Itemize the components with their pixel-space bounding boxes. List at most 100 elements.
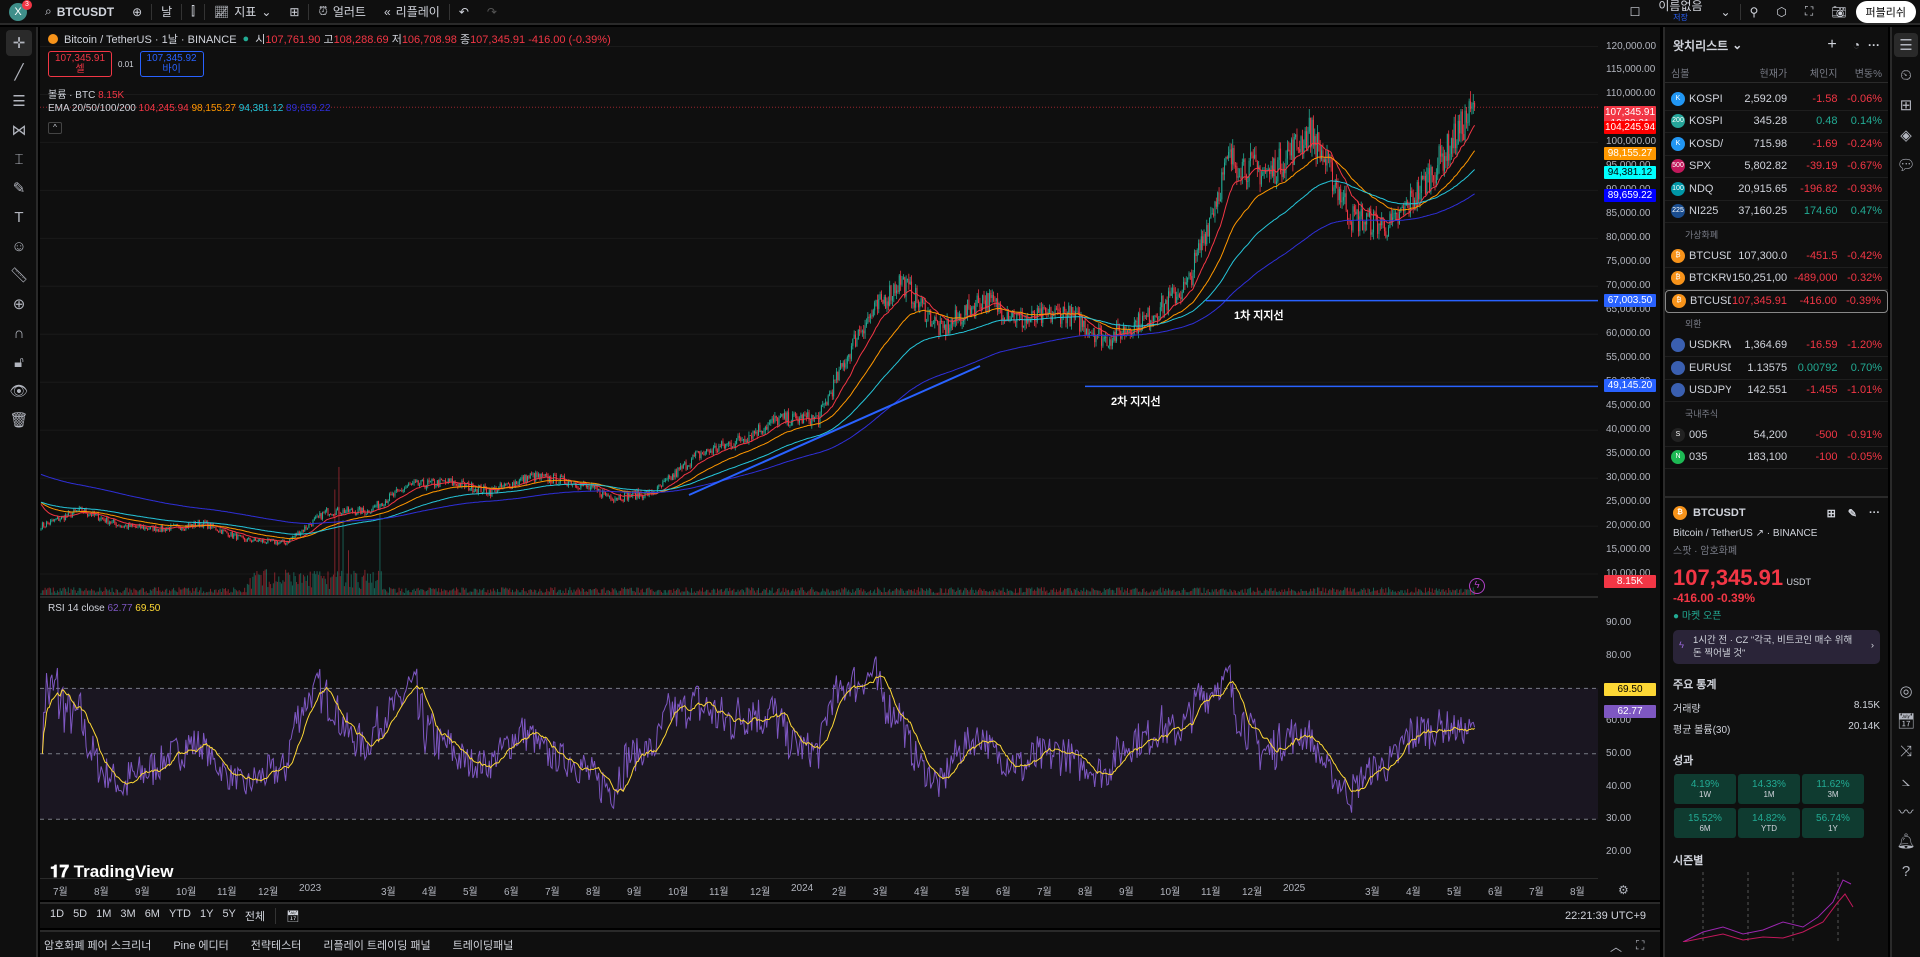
clock[interactable]: 22:21:39 UTC+9 (1565, 910, 1646, 922)
watchlist-row[interactable]: ₿BTCKRW150,251,00-489,000-0.32% (1665, 268, 1888, 290)
goto-date-icon[interactable]: 📅︎ (286, 910, 300, 923)
layouts-button[interactable]: ⊞ (280, 0, 308, 24)
external-link-icon[interactable]: ↗ (1756, 528, 1764, 539)
news-banner[interactable]: ϟ 1시간 전 · CZ "각국, 비트코인 매수 위해 돈 찍어낼 것" › (1673, 630, 1880, 664)
lock-tool[interactable]: 🔓︎ (6, 349, 32, 375)
col-change-pct[interactable]: 변동% (1837, 65, 1882, 80)
pattern-tool[interactable]: ⋈ (6, 117, 32, 143)
ema-legend[interactable]: EMA 20/50/100/200 104,245.94 98,155.27 9… (48, 103, 331, 114)
axis-settings-icon[interactable]: ⚙ (1618, 883, 1629, 897)
perf-cell[interactable]: 14.33% 1M (1738, 774, 1800, 804)
watchlist-title[interactable]: 왓치리스트 (1673, 37, 1728, 54)
col-symbol[interactable]: 심볼 (1671, 65, 1731, 80)
watchlist-row[interactable]: 225 NI225 37,160.25 174.60 0.47% (1665, 201, 1888, 223)
chart-area[interactable]: Bitcoin / TetherUS · 1날 · BINANCE ● 시107… (40, 27, 1660, 900)
brush-tool[interactable]: ✎ (6, 175, 32, 201)
support-2-price-label[interactable]: 49,145.20 (1604, 379, 1656, 393)
support-1-price-label[interactable]: 67,003.50 (1604, 293, 1656, 307)
range-button-YTD[interactable]: YTD (169, 908, 191, 924)
help-icon[interactable]: ? (1894, 859, 1918, 883)
range-button-1Y[interactable]: 1Y (200, 908, 213, 924)
perf-cell[interactable]: 14.82% YTD (1738, 808, 1800, 838)
watchlist-row[interactable]: ₿ BTCUSD 107,300.0 -451.5 -0.42% (1665, 245, 1888, 268)
edit-icon[interactable]: ✎ (1848, 507, 1857, 520)
zoom-tool[interactable]: ⊕ (6, 291, 32, 317)
layout-name-button[interactable]: 이름없음 저장 (1649, 0, 1711, 24)
quick-search-button[interactable]: ⚲ (1741, 0, 1768, 24)
calendar-icon[interactable]: 📅︎ (1894, 709, 1918, 733)
maximize-panel-icon[interactable]: ⛶ (1636, 938, 1644, 953)
watchlist-row[interactable]: 200 KOSPI 345.28 0.48 0.14% (1665, 111, 1888, 133)
range-button-5D[interactable]: 5D (73, 908, 87, 924)
volume-legend[interactable]: 볼륨 · BTC 8.15K (48, 86, 124, 101)
replay-button[interactable]: «리플레이 (375, 0, 449, 24)
ema100-label[interactable]: 94,381.12 (1604, 166, 1656, 180)
projection-tool[interactable]: ⌶ (6, 146, 32, 172)
range-button-1M[interactable]: 1M (96, 908, 111, 924)
eye-tool[interactable]: 👁︎ (6, 378, 32, 404)
volume-price-label[interactable]: 8.15K (1604, 575, 1656, 588)
redo-button[interactable]: ↷ (478, 0, 506, 24)
grid-icon[interactable]: ⊞ (1827, 507, 1836, 520)
range-button-5Y[interactable]: 5Y (222, 908, 235, 924)
stream-icon[interactable]: 〰 (1894, 799, 1918, 823)
chart-type-button[interactable]: ⫿ (182, 0, 204, 24)
rsi-value-label[interactable]: 62.77 (1604, 705, 1656, 719)
rsi-legend[interactable]: RSI 14 close 62.77 69.50 (48, 603, 160, 614)
perf-cell[interactable]: 15.52% 6M (1674, 808, 1736, 838)
alert-button[interactable]: ⏰︎ 얼러트 (309, 0, 375, 24)
range-button-1D[interactable]: 1D (50, 908, 64, 924)
text-tool[interactable]: T (6, 204, 32, 230)
ema50-label[interactable]: 98,155.27 (1604, 147, 1656, 161)
more-icon[interactable]: ··· (1868, 38, 1880, 52)
ema20-label[interactable]: 104,245.94 (1604, 121, 1656, 135)
user-avatar[interactable]: X3 (0, 0, 36, 24)
support-label-2[interactable]: 2차 지지선 (1111, 393, 1161, 409)
settings-button[interactable]: ⬡ (1767, 0, 1795, 24)
emoji-tool[interactable]: ☺ (6, 233, 32, 259)
perf-cell[interactable]: 11.62% 3M (1802, 774, 1864, 804)
sell-button[interactable]: 107,345.91 셀 (48, 51, 112, 77)
layout-dropdown[interactable]: ⌄ (1712, 0, 1740, 24)
chevron-down-icon[interactable]: ⌄ (1732, 38, 1742, 52)
ema200-label[interactable]: 89,659.22 (1604, 189, 1656, 202)
compare-button[interactable]: ⊕ (123, 0, 151, 24)
range-button-3M[interactable]: 3M (120, 908, 135, 924)
collapse-legend-button[interactable]: ^ (48, 122, 62, 134)
pie-icon[interactable]: ◔ (1853, 38, 1860, 52)
bottom-tab[interactable]: 트레이딩패널 (453, 937, 514, 953)
watchlist-row[interactable]: USDKRW1,364.69-16.59-1.20% (1665, 335, 1888, 357)
select-checkbox[interactable]: ☐ (1621, 0, 1650, 24)
layers-icon[interactable]: ◈ (1894, 123, 1918, 147)
bottom-tab[interactable]: 리플레이 트레이딩 패널 (323, 937, 430, 953)
fullscreen-button[interactable]: ⛶ (1796, 0, 1822, 24)
crosshair-tool[interactable]: ✛ (6, 30, 32, 56)
time-axis[interactable]: 7월 8월 9월 10월 11월 12월 2023 3월 4월 5월 6월 7월 8월 9월 10월 11월 1… (40, 878, 1598, 900)
object-tree-icon[interactable]: ⊞ (1894, 93, 1918, 117)
publish-button[interactable]: 퍼블리쉬 (1855, 0, 1916, 23)
chart-canvas[interactable] (40, 27, 1598, 900)
more-icon[interactable]: ··· (1869, 507, 1880, 519)
symbol-search-button[interactable]: ⌕ BTCUSDT (36, 0, 123, 24)
bottom-tab[interactable]: 전략테스터 (251, 937, 302, 953)
watchlist-row[interactable]: EURUSD 1.13575 0.00792 0.70% (1665, 357, 1888, 380)
watchlist-row[interactable]: K KOSPI 2,592.09 -1.58 -0.06% (1665, 88, 1888, 111)
range-button-6M[interactable]: 6M (145, 908, 160, 924)
group-header[interactable]: 국내주식 (1665, 402, 1888, 424)
events-lightning-icon[interactable]: ϟ (1469, 578, 1485, 594)
range-button-전체[interactable]: 전체 (245, 908, 265, 924)
watchlist-row[interactable]: N 035 183,100 -100 -0.05% (1665, 447, 1888, 469)
watchlist-row[interactable]: ₿BTCUSDT107,345.91-416.00-0.39% (1665, 290, 1888, 313)
details-symbol[interactable]: BTCUSDT (1693, 507, 1746, 519)
expand-panel-icon[interactable]: ︿ (1610, 938, 1622, 955)
perf-cell[interactable]: 4.19% 1W (1674, 774, 1736, 804)
bottom-tab[interactable]: Pine 에디터 (173, 937, 228, 953)
col-change[interactable]: 체인지 (1787, 65, 1838, 80)
magnet-tool[interactable]: ∩ (6, 320, 32, 346)
target-icon[interactable]: ◎ (1894, 679, 1918, 703)
bottom-tab[interactable]: 암호화폐 페어 스크리너 (44, 937, 151, 953)
indicators-button[interactable]: 📈︎ 지표 ⌄ (205, 0, 280, 24)
price-axis[interactable]: 120,000.00115,000.00110,000.00105,000.00… (1598, 27, 1660, 878)
group-header[interactable]: 가상화폐 (1665, 223, 1888, 245)
undo-button[interactable]: ↶ (450, 0, 478, 24)
